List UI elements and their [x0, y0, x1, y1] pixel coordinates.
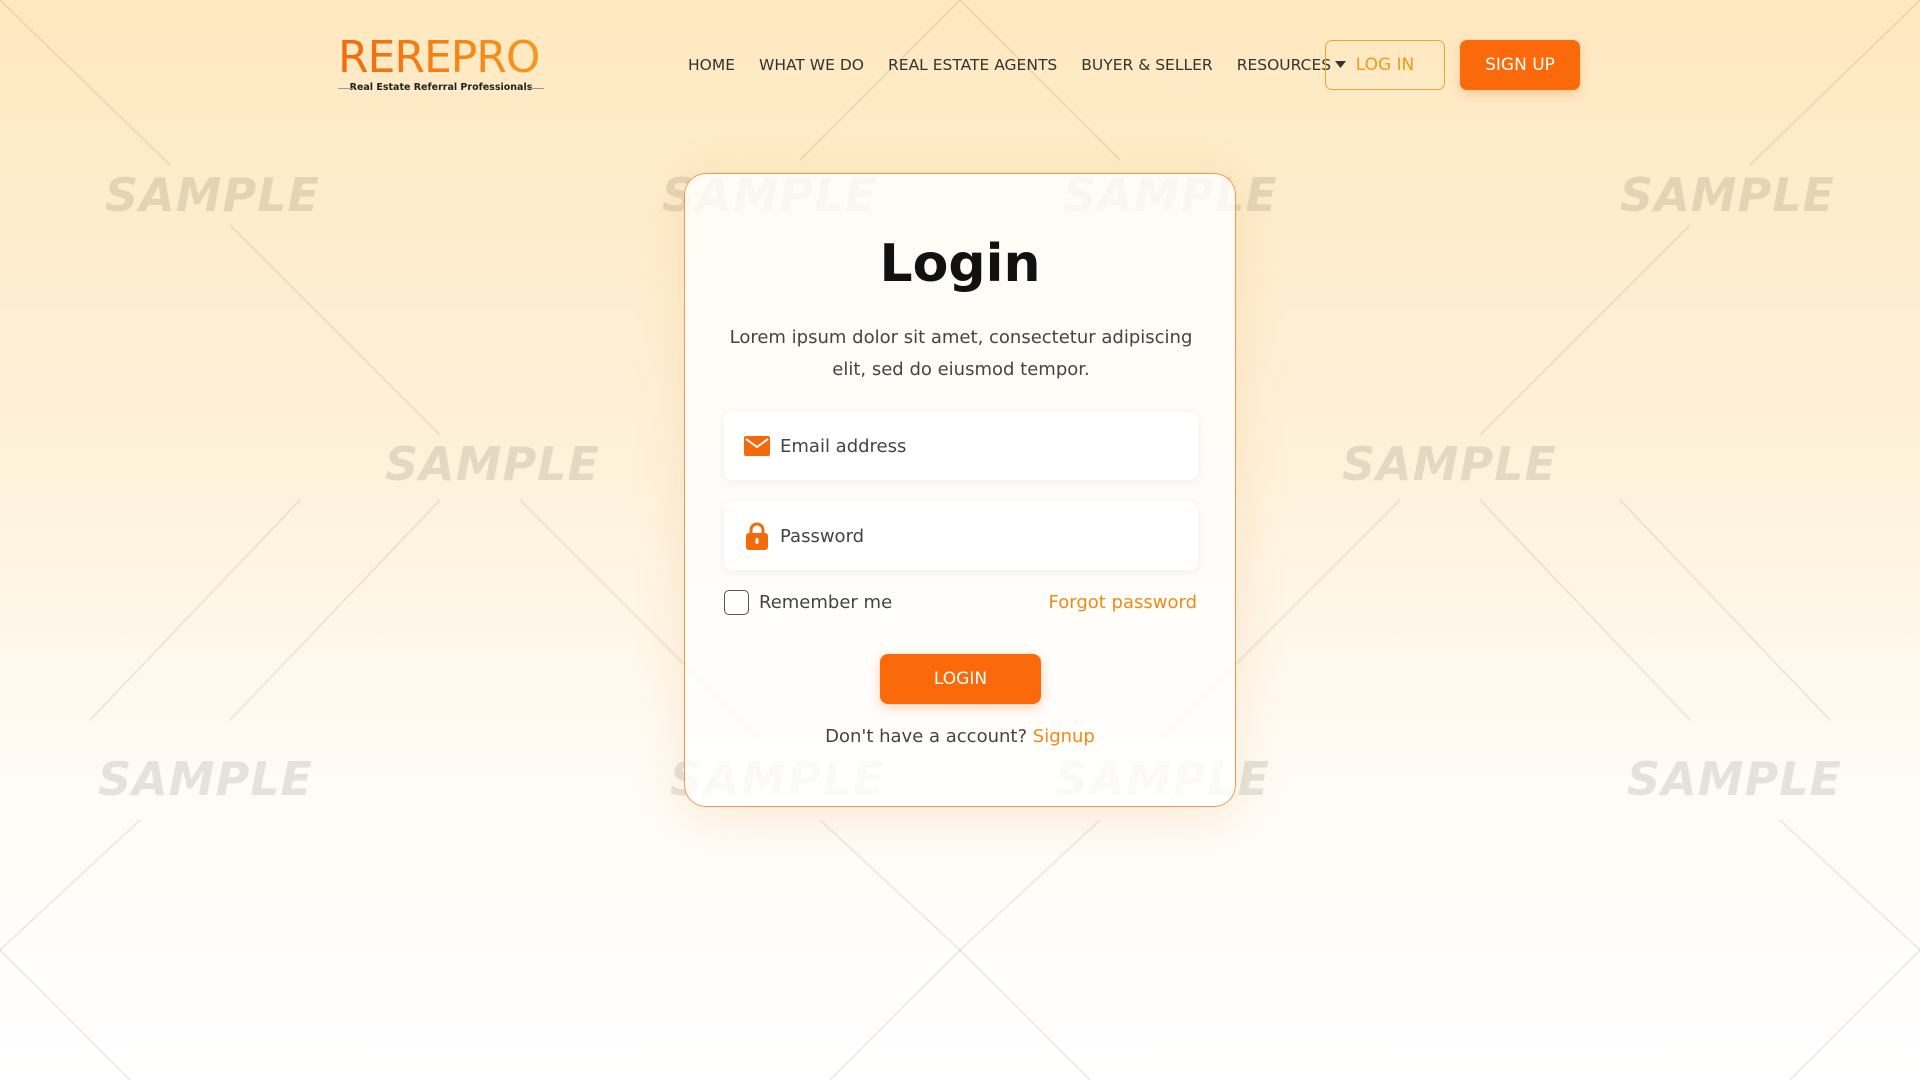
nav-label: RESOURCES	[1236, 56, 1332, 74]
logo-wordmark: REREPRO	[338, 34, 548, 82]
nav-item-buyer-seller[interactable]: BUYER & SELLER	[1081, 56, 1212, 74]
header-signup-button[interactable]: SIGN UP	[1460, 40, 1580, 90]
nav-item-home[interactable]: HOME	[688, 56, 735, 74]
signup-prompt: Don't have a account? Signup	[685, 726, 1235, 747]
login-subtitle: Lorem ipsum dolor sit amet, consectetur …	[729, 327, 1193, 380]
watermark-text: SAMPLE	[105, 168, 320, 222]
nav-label: HOME	[688, 56, 736, 74]
remember-me[interactable]: Remember me	[724, 590, 892, 615]
password-input[interactable]	[780, 525, 1180, 547]
site-header: REREPRO Real Estate Referral Professiona…	[0, 0, 1920, 130]
watermark-text: SAMPLE	[98, 752, 313, 806]
login-card: Login Lorem ipsum dolor sit amet, consec…	[684, 173, 1236, 807]
nav-label: REAL ESTATE AGENTS	[888, 56, 1058, 74]
nav-label: WHAT WE DO	[759, 56, 864, 74]
remember-label: Remember me	[759, 592, 893, 613]
header-login-button[interactable]: LOG IN	[1325, 40, 1445, 90]
login-title: Login	[879, 234, 1041, 294]
nav-item-what-we-do[interactable]: WHAT WE DO	[759, 56, 864, 74]
remember-checkbox[interactable]	[724, 590, 749, 615]
email-field[interactable]	[724, 412, 1198, 480]
email-input[interactable]	[780, 435, 1180, 457]
password-field[interactable]	[724, 502, 1198, 570]
main-nav: HOME WHAT WE DO REAL ESTATE AGENTS BUYER…	[688, 56, 1370, 74]
login-button[interactable]: LOGIN	[880, 654, 1041, 704]
watermark-text: SAMPLE	[385, 437, 600, 491]
watermark-text: SAMPLE	[1342, 437, 1557, 491]
lock-icon	[744, 522, 770, 550]
forgot-password-link[interactable]: Forgot password	[1049, 592, 1197, 613]
watermark-text: SAMPLE	[1620, 168, 1835, 222]
no-account-text: Don't have a account?	[825, 726, 1028, 747]
mail-icon	[744, 433, 770, 459]
signup-link[interactable]: Signup	[1033, 726, 1095, 747]
watermark-text: SAMPLE	[1627, 752, 1842, 806]
nav-label: BUYER & SELLER	[1081, 56, 1213, 74]
logo-tagline: Real Estate Referral Professionals	[338, 82, 544, 93]
site-logo[interactable]: REREPRO Real Estate Referral Professiona…	[338, 34, 548, 94]
nav-item-real-estate-agents[interactable]: REAL ESTATE AGENTS	[888, 56, 1057, 74]
